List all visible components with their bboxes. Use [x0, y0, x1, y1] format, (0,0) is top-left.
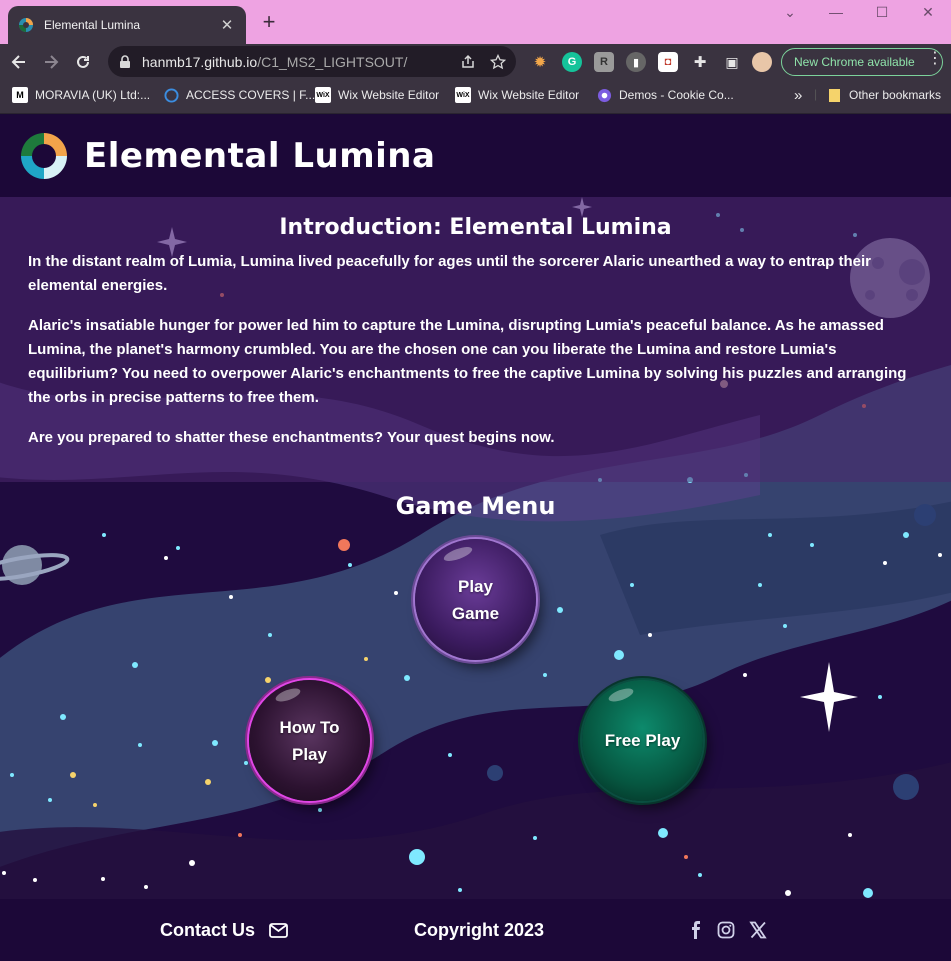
x-icon[interactable] [749, 921, 767, 939]
bookmark-star-icon[interactable] [490, 53, 506, 70]
tab-close-icon[interactable]: ✕ [218, 16, 236, 34]
copyright-text: Copyright 2023 [414, 920, 545, 940]
side-panel-icon[interactable]: ▣ [722, 52, 742, 72]
site-favicon-icon [19, 18, 33, 32]
extension-gear-icon[interactable]: ✹ [530, 52, 550, 72]
share-icon[interactable] [460, 54, 476, 70]
address-bar[interactable]: hanmb17.github.io/C1_MS2_LIGHTSOUT/ [108, 46, 516, 77]
intro-paragraph: Are you prepared to shatter these enchan… [28, 429, 555, 446]
intro-paragraph: In the distant realm of Lumia, Lumina li… [28, 253, 871, 294]
browser-menu-icon[interactable]: ⋮ [927, 48, 943, 68]
url-text: hanmb17.github.io/C1_MS2_LIGHTSOUT/ [142, 53, 408, 70]
bookmark-item[interactable]: Demos - Cookie Co... [596, 87, 734, 103]
reload-icon[interactable] [70, 49, 96, 75]
extension-r-icon[interactable]: R [594, 52, 614, 72]
elemental-logo-icon [20, 132, 68, 180]
forward-icon[interactable] [38, 49, 64, 75]
maximize-icon[interactable]: ☐ [872, 4, 892, 21]
intro-paragraph: Alaric's insatiable hunger for power led… [28, 317, 907, 406]
extension-pocket-icon[interactable]: ◘ [658, 52, 678, 72]
browser-tab[interactable]: Elemental Lumina ✕ [8, 6, 246, 44]
folder-icon [826, 87, 842, 103]
lock-icon [120, 54, 130, 68]
bookmark-item[interactable]: WiX Wix Website Editor [455, 87, 579, 103]
game-menu-title: Game Menu [395, 492, 556, 520]
play-game-label: Play Game [451, 576, 500, 623]
circle-logo-icon [163, 87, 179, 103]
tab-search-chevron-icon[interactable]: ⌄ [780, 4, 800, 21]
bookmark-item[interactable]: ACCESS COVERS | F... [163, 87, 315, 103]
bookmarks-bar: M MORAVIA (UK) Ltd:... ACCESS COVERS | F… [0, 80, 951, 114]
update-chrome-button[interactable]: New Chrome available [781, 48, 943, 76]
intro-section: Introduction: Elemental Lumina In the di… [0, 197, 951, 482]
how-to-play-label: How To Play [279, 717, 340, 764]
extension-chart-icon[interactable]: ▮ [626, 52, 646, 72]
wix-icon: WiX [455, 87, 471, 103]
site-header: Elemental Lumina [0, 115, 951, 197]
browser-toolbar: hanmb17.github.io/C1_MS2_LIGHTSOUT/ ✹ G … [0, 44, 951, 80]
instagram-icon[interactable] [717, 921, 735, 939]
free-play-button[interactable]: Free Play [582, 680, 703, 801]
free-play-label: Free Play [604, 731, 681, 750]
bookmark-item[interactable]: M MORAVIA (UK) Ltd:... [12, 87, 150, 103]
new-tab-icon[interactable]: + [258, 10, 280, 34]
contact-us-link[interactable]: Contact Us [160, 920, 288, 941]
tab-title: Elemental Lumina [44, 18, 141, 32]
play-game-button[interactable]: Play Game [415, 539, 536, 660]
envelope-icon [269, 923, 288, 938]
moravia-icon: M [12, 87, 28, 103]
profile-avatar[interactable] [752, 52, 772, 72]
bookmarks-overflow-icon[interactable]: » [794, 87, 802, 104]
site-title: Elemental Lumina [84, 136, 436, 176]
grammarly-icon[interactable]: G [562, 52, 582, 72]
cookie-demo-icon [596, 87, 612, 103]
close-window-icon[interactable]: ✕ [918, 4, 938, 21]
facebook-icon[interactable] [687, 921, 705, 939]
wix-icon: WiX [315, 87, 331, 103]
extensions-puzzle-icon[interactable]: ✚ [690, 52, 710, 72]
intro-title: Introduction: Elemental Lumina [279, 215, 672, 240]
game-page: Elemental Lumina Introduction: Elemental… [0, 115, 951, 961]
browser-tab-strip: Elemental Lumina ✕ + ⌄ — ☐ ✕ [0, 0, 951, 44]
how-to-play-button[interactable]: How To Play [249, 680, 370, 801]
minimize-icon[interactable]: — [826, 4, 846, 20]
back-icon[interactable] [6, 49, 32, 75]
other-bookmarks[interactable]: Other bookmarks [826, 87, 941, 103]
site-footer: Contact Us Copyright 2023 [0, 899, 951, 961]
bookmark-item[interactable]: WiX Wix Website Editor [315, 87, 439, 103]
